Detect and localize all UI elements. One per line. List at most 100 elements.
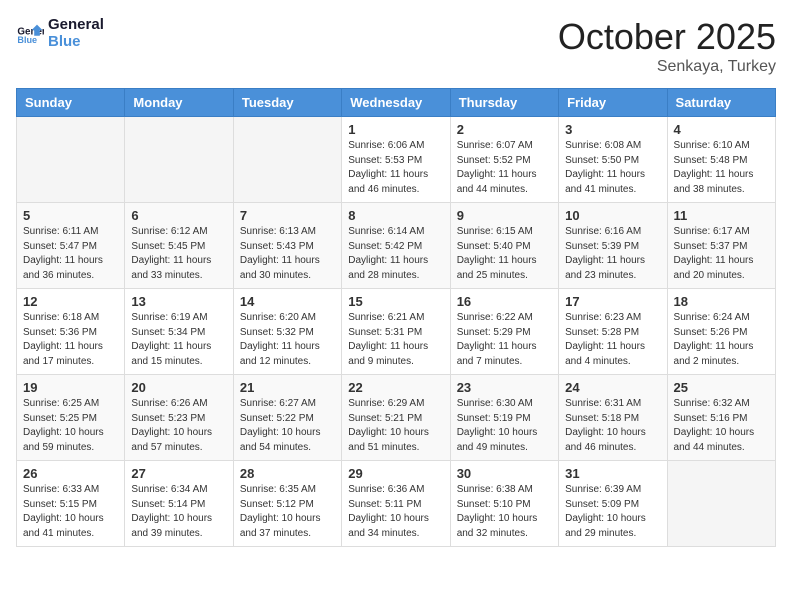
calendar-day-cell [17,117,125,203]
day-info: Sunrise: 6:26 AM Sunset: 5:23 PM Dayligh… [131,397,226,455]
calendar-day-cell: 18Sunrise: 6:24 AM Sunset: 5:26 PM Dayli… [667,289,775,375]
day-number: 13 [131,294,226,309]
weekday-header: Friday [559,89,667,117]
day-number: 9 [457,208,552,223]
calendar-day-cell: 29Sunrise: 6:36 AM Sunset: 5:11 PM Dayli… [342,461,450,547]
calendar-day-cell: 2Sunrise: 6:07 AM Sunset: 5:52 PM Daylig… [450,117,558,203]
calendar-day-cell: 17 Sunrise: 6:23 AM Sunset: 5:28 PM Dayli… [559,289,667,375]
day-info: Sunrise: 6:22 AM Sunset: 5:29 PM Dayligh… [457,311,552,369]
day-info: Sunrise: 6:10 AM Sunset: 5:48 PM Dayligh… [674,139,769,197]
day-number: 26 [23,466,118,481]
calendar-day-cell: 6Sunrise: 6:12 AM Sunset: 5:45 PM Daylig… [125,203,233,289]
calendar-week-row: 5Sunrise: 6:11 AM Sunset: 5:47 PM Daylig… [17,203,776,289]
weekday-header: Saturday [667,89,775,117]
day-info: Sunrise: 6:16 AM Sunset: 5:39 PM Dayligh… [565,225,660,283]
calendar-day-cell: 11Sunrise: 6:17 AM Sunset: 5:37 PM Dayli… [667,203,775,289]
calendar-day-cell: 31 Sunrise: 6:39 AM Sunset: 5:09 PM Dayli… [559,461,667,547]
weekday-header: Thursday [450,89,558,117]
calendar-table: SundayMondayTuesdayWednesdayThursdayFrid… [16,88,776,547]
calendar-day-cell: 24Sunrise: 6:31 AM Sunset: 5:18 PM Dayli… [559,375,667,461]
day-number: 28 [240,466,335,481]
day-info: Sunrise: 6:35 AM Sunset: 5:12 PM Dayligh… [240,483,335,541]
day-info: Sunrise: 6:39 AM Sunset: 5:09 PM Dayligh… [565,483,660,541]
day-number: 27 [131,466,226,481]
calendar-day-cell: 23 Sunrise: 6:30 AM Sunset: 5:19 PM Dayli… [450,375,558,461]
day-info: Sunrise: 6:08 AM Sunset: 5:50 PM Dayligh… [565,139,660,197]
day-number: 14 [240,294,335,309]
day-info: Sunrise: 6:15 AM Sunset: 5:40 PM Dayligh… [457,225,552,283]
day-number: 30 [457,466,552,481]
calendar-day-cell: 30Sunrise: 6:38 AM Sunset: 5:10 PM Dayli… [450,461,558,547]
calendar-day-cell: 25 Sunrise: 6:32 AM Sunset: 5:16 PM Dayli… [667,375,775,461]
day-info: Sunrise: 6:32 AM Sunset: 5:16 PM Dayligh… [674,397,769,455]
day-info: Sunrise: 6:29 AM Sunset: 5:21 PM Dayligh… [348,397,443,455]
calendar-day-cell: 10 Sunrise: 6:16 AM Sunset: 5:39 PM Dayli… [559,203,667,289]
calendar-day-cell: 3 Sunrise: 6:08 AM Sunset: 5:50 PM Daylig… [559,117,667,203]
day-info: Sunrise: 6:33 AM Sunset: 5:15 PM Dayligh… [23,483,118,541]
calendar-day-cell: 26 Sunrise: 6:33 AM Sunset: 5:15 PM Dayli… [17,461,125,547]
month-title: October 2025 [558,16,776,58]
day-info: Sunrise: 6:13 AM Sunset: 5:43 PM Dayligh… [240,225,335,283]
calendar-day-cell: 28 Sunrise: 6:35 AM Sunset: 5:12 PM Dayli… [233,461,341,547]
day-number: 3 [565,122,660,137]
calendar-day-cell: 16 Sunrise: 6:22 AM Sunset: 5:29 PM Dayli… [450,289,558,375]
calendar-day-cell [233,117,341,203]
day-info: Sunrise: 6:07 AM Sunset: 5:52 PM Dayligh… [457,139,552,197]
day-number: 1 [348,122,443,137]
day-info: Sunrise: 6:14 AM Sunset: 5:42 PM Dayligh… [348,225,443,283]
calendar-day-cell: 14 Sunrise: 6:20 AM Sunset: 5:32 PM Dayli… [233,289,341,375]
day-number: 25 [674,380,769,395]
calendar-day-cell: 9 Sunrise: 6:15 AM Sunset: 5:40 PM Daylig… [450,203,558,289]
calendar-day-cell: 7 Sunrise: 6:13 AM Sunset: 5:43 PM Daylig… [233,203,341,289]
calendar-day-cell [667,461,775,547]
day-number: 12 [23,294,118,309]
day-info: Sunrise: 6:23 AM Sunset: 5:28 PM Dayligh… [565,311,660,369]
calendar-day-cell: 4 Sunrise: 6:10 AM Sunset: 5:48 PM Daylig… [667,117,775,203]
day-info: Sunrise: 6:17 AM Sunset: 5:37 PM Dayligh… [674,225,769,283]
day-number: 7 [240,208,335,223]
day-number: 19 [23,380,118,395]
day-info: Sunrise: 6:30 AM Sunset: 5:19 PM Dayligh… [457,397,552,455]
day-number: 20 [131,380,226,395]
weekday-header: Monday [125,89,233,117]
calendar-day-cell: 12 Sunrise: 6:18 AM Sunset: 5:36 PM Dayli… [17,289,125,375]
day-info: Sunrise: 6:34 AM Sunset: 5:14 PM Dayligh… [131,483,226,541]
calendar-day-cell: 19Sunrise: 6:25 AM Sunset: 5:25 PM Dayli… [17,375,125,461]
calendar-day-cell: 27 Sunrise: 6:34 AM Sunset: 5:14 PM Dayli… [125,461,233,547]
day-info: Sunrise: 6:19 AM Sunset: 5:34 PM Dayligh… [131,311,226,369]
day-info: Sunrise: 6:36 AM Sunset: 5:11 PM Dayligh… [348,483,443,541]
logo-general: General [48,16,104,33]
logo: General Blue General Blue [16,16,104,50]
day-info: Sunrise: 6:12 AM Sunset: 5:45 PM Dayligh… [131,225,226,283]
location-subtitle: Senkaya, Turkey [558,58,776,76]
calendar-day-cell: 20 Sunrise: 6:26 AM Sunset: 5:23 PM Dayli… [125,375,233,461]
calendar-day-cell: 1 Sunrise: 6:06 AM Sunset: 5:53 PM Daylig… [342,117,450,203]
day-number: 10 [565,208,660,223]
day-info: Sunrise: 6:21 AM Sunset: 5:31 PM Dayligh… [348,311,443,369]
calendar-day-cell: 8Sunrise: 6:14 AM Sunset: 5:42 PM Daylig… [342,203,450,289]
calendar-week-row: 1 Sunrise: 6:06 AM Sunset: 5:53 PM Daylig… [17,117,776,203]
calendar-day-cell: 22Sunrise: 6:29 AM Sunset: 5:21 PM Dayli… [342,375,450,461]
day-info: Sunrise: 6:24 AM Sunset: 5:26 PM Dayligh… [674,311,769,369]
day-number: 31 [565,466,660,481]
day-info: Sunrise: 6:18 AM Sunset: 5:36 PM Dayligh… [23,311,118,369]
calendar-week-row: 26 Sunrise: 6:33 AM Sunset: 5:15 PM Dayli… [17,461,776,547]
calendar-day-cell: 13 Sunrise: 6:19 AM Sunset: 5:34 PM Dayli… [125,289,233,375]
weekday-header: Tuesday [233,89,341,117]
day-number: 23 [457,380,552,395]
day-info: Sunrise: 6:27 AM Sunset: 5:22 PM Dayligh… [240,397,335,455]
day-info: Sunrise: 6:20 AM Sunset: 5:32 PM Dayligh… [240,311,335,369]
day-number: 17 [565,294,660,309]
day-info: Sunrise: 6:31 AM Sunset: 5:18 PM Dayligh… [565,397,660,455]
calendar-day-cell [125,117,233,203]
calendar-day-cell: 21 Sunrise: 6:27 AM Sunset: 5:22 PM Dayli… [233,375,341,461]
day-number: 4 [674,122,769,137]
day-number: 21 [240,380,335,395]
page-header: General Blue General Blue October 2025 S… [16,16,776,76]
logo-icon: General Blue [16,19,44,47]
weekday-header: Sunday [17,89,125,117]
day-number: 16 [457,294,552,309]
title-block: October 2025 Senkaya, Turkey [558,16,776,76]
day-info: Sunrise: 6:06 AM Sunset: 5:53 PM Dayligh… [348,139,443,197]
weekday-header: Wednesday [342,89,450,117]
